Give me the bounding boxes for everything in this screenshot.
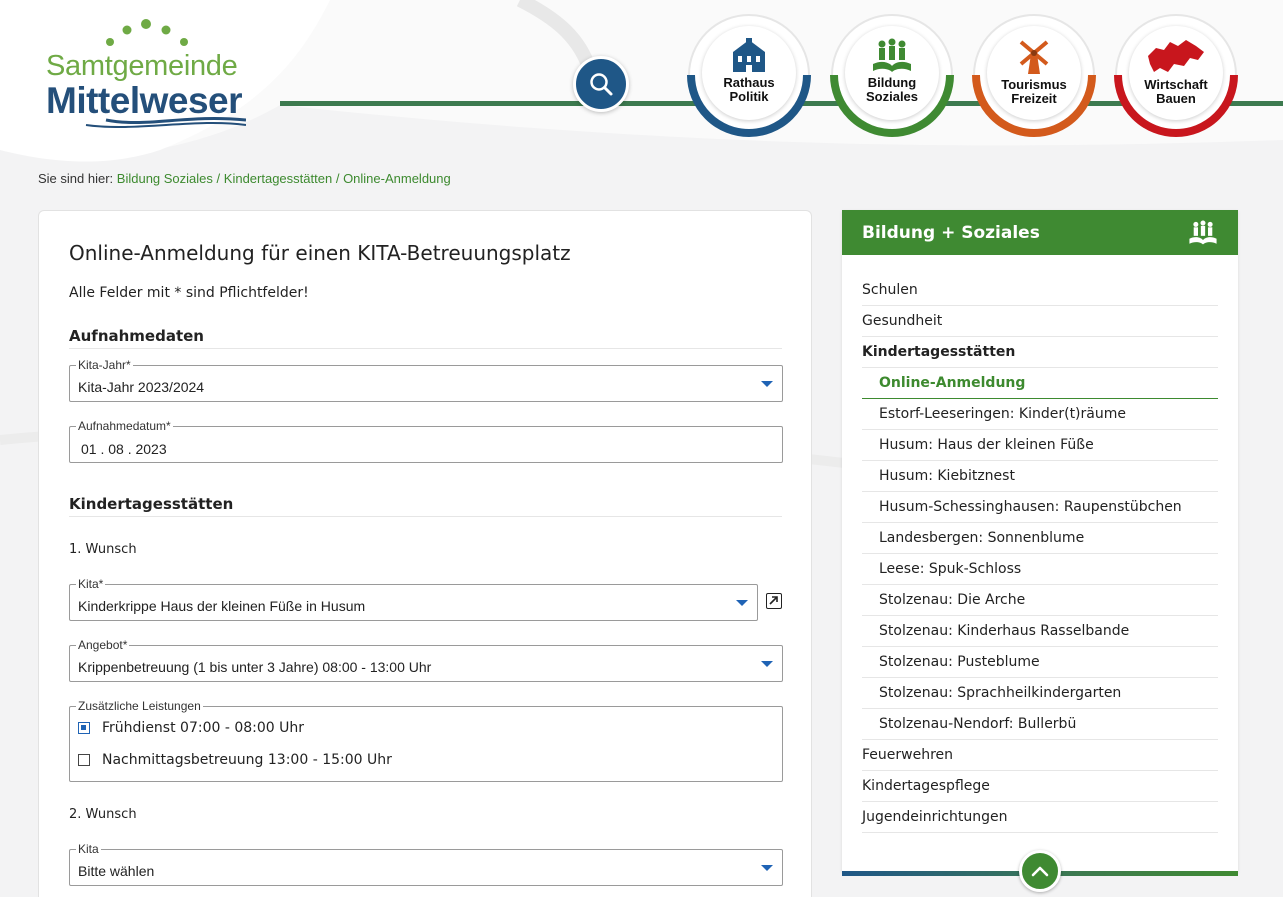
nav-bildung-soziales[interactable]: Bildung Soziales: [829, 12, 955, 138]
wunsch-1-angebot-select[interactable]: Angebot* Krippenbetreuung (1 bis unter 3…: [69, 639, 783, 682]
nav-label-line2: Politik: [729, 89, 769, 104]
sidebar-item[interactable]: Husum: Kiebitznest: [862, 461, 1218, 492]
sidebar-item[interactable]: Online-Anmeldung: [862, 368, 1218, 399]
option-nachmittagsbetreuung-label: Nachmittagsbetreuung 13:00 - 15:00 Uhr: [102, 752, 392, 768]
sidebar-item[interactable]: Stolzenau: Kinderhaus Rasselbande: [862, 616, 1218, 647]
option-nachmittagsbetreuung[interactable]: Nachmittagsbetreuung 13:00 - 15:00 Uhr: [78, 752, 392, 768]
sidebar-item[interactable]: Schulen: [862, 275, 1218, 306]
nav-label-line2: Freizeit: [1011, 91, 1057, 106]
sidebar-item[interactable]: Stolzenau: Pusteblume: [862, 647, 1218, 678]
sidebar-item[interactable]: Stolzenau: Sprachheilkindergarten: [862, 678, 1218, 709]
zusatzleistungen-group: Zusätzliche Leistungen Frühdienst 07:00 …: [69, 700, 783, 782]
page-title: Online-Anmeldung für einen KITA-Betreuun…: [69, 241, 571, 265]
sidebar-header: Bildung + Soziales: [842, 210, 1238, 255]
main-content: Online-Anmeldung für einen KITA-Betreuun…: [38, 210, 812, 897]
aufnahmedatum-value: 01 . 08 . 2023: [81, 441, 167, 457]
wunsch-1-angebot-label: Angebot*: [76, 638, 130, 652]
chevron-down-icon: [736, 600, 748, 606]
sidebar-list: Schulen Gesundheit Kindertagesstätten Onlin…: [842, 255, 1238, 833]
wunsch-2-kita-label: Kita: [76, 842, 101, 856]
nav-label-line1: Wirtschaft: [1144, 77, 1208, 92]
breadcrumb-prefix: Sie sind hier:: [38, 171, 114, 186]
nav-wirtschaft-bauen[interactable]: Wirtschaft Bauen: [1113, 12, 1239, 138]
sidebar-item[interactable]: Kindertagespflege: [862, 771, 1218, 802]
search-icon: [590, 73, 613, 96]
sidebar-item[interactable]: Kindertagesstätten: [862, 337, 1218, 368]
breadcrumb-link-kitas[interactable]: Kindertagesstätten: [224, 171, 332, 186]
sidebar-item[interactable]: Jugendeinrichtungen: [862, 802, 1218, 833]
region-map-icon: [1148, 40, 1204, 72]
breadcrumb-link-bildung[interactable]: Bildung Soziales: [117, 171, 213, 186]
wunsch-2-kita-select[interactable]: Kita Bitte wählen: [69, 843, 783, 886]
nav-label-line1: Tourismus: [1001, 77, 1067, 92]
option-fruehdienst[interactable]: Frühdienst 07:00 - 08:00 Uhr: [78, 720, 304, 736]
wunsch-1-heading: 1. Wunsch: [69, 542, 137, 557]
sidebar-item[interactable]: Husum: Haus der kleinen Füße: [862, 430, 1218, 461]
checkbox-nachmittagsbetreuung[interactable]: [78, 754, 90, 766]
search-button[interactable]: [573, 56, 629, 112]
wunsch-1-kita-value: Kinderkrippe Haus der kleinen Füße in Hu…: [78, 598, 366, 614]
site-logo[interactable]: Samtgemeinde Mittelweser: [46, 18, 256, 128]
external-link-icon[interactable]: [766, 593, 782, 609]
checkbox-fruehdienst[interactable]: [78, 722, 90, 734]
section-heading-kindertagesstaetten: Kindertagesstätten: [69, 495, 782, 517]
site-header: Samtgemeinde Mittelweser Rathaus Politik…: [0, 0, 1283, 160]
kita-jahr-value: Kita-Jahr 2023/2024: [78, 379, 205, 395]
zusatzleistungen-label: Zusätzliche Leistungen: [76, 699, 203, 713]
nav-label-line1: Rathaus: [723, 75, 775, 90]
nav-label-line2: Bauen: [1156, 91, 1196, 106]
chevron-down-icon: [761, 381, 773, 387]
wunsch-1-angebot-value: Krippenbetreuung (1 bis unter 3 Jahre) 0…: [78, 659, 432, 675]
chevron-down-icon: [761, 661, 773, 667]
sidebar-item[interactable]: Stolzenau-Nendorf: Bullerbü: [862, 709, 1218, 740]
aufnahmedatum-label: Aufnahmedatum*: [76, 419, 173, 433]
sidebar-navigation: Bildung + Soziales Schulen Gesundheit Kind…: [842, 210, 1238, 892]
chevron-up-icon: [1031, 866, 1049, 877]
sidebar-item[interactable]: Estorf-Leeseringen: Kinder(t)räume: [862, 399, 1218, 430]
external-arrow-icon: [769, 596, 778, 605]
required-note: Alle Felder mit * sind Pflichtfelder!: [69, 285, 309, 301]
nav-rathaus-politik[interactable]: Rathaus Politik: [686, 12, 812, 138]
nav-label-line1: Bildung: [867, 75, 917, 90]
aufnahmedatum-field[interactable]: Aufnahmedatum* 01 . 08 . 2023: [69, 420, 783, 463]
nav-label-line2: Soziales: [865, 89, 919, 104]
sidebar-item[interactable]: Gesundheit: [862, 306, 1218, 337]
wunsch-2-heading: 2. Wunsch: [69, 807, 137, 822]
breadcrumb: Sie sind hier: Bildung Soziales / Kinder…: [38, 171, 451, 186]
book-people-icon: [1189, 220, 1217, 244]
sidebar-item[interactable]: Stolzenau: Die Arche: [862, 585, 1218, 616]
kita-jahr-label: Kita-Jahr*: [76, 358, 133, 372]
sidebar-item[interactable]: Leese: Spuk-Schloss: [862, 554, 1218, 585]
wunsch-1-kita-select[interactable]: Kita* Kinderkrippe Haus der kleinen Füße…: [69, 578, 758, 621]
breadcrumb-separator: /: [335, 171, 340, 186]
chevron-down-icon: [761, 865, 773, 871]
sidebar-title: Bildung + Soziales: [862, 222, 1040, 243]
scroll-up-button[interactable]: [1019, 850, 1061, 892]
wunsch-1-kita-label: Kita*: [76, 577, 106, 591]
logo-wave-icon: [85, 116, 246, 128]
logo-text-top: Samtgemeinde: [46, 50, 238, 82]
windmill-icon: [1019, 40, 1049, 74]
section-heading-aufnahmedaten: Aufnahmedaten: [69, 327, 782, 349]
nav-tourismus-freizeit[interactable]: Tourismus Freizeit: [971, 12, 1097, 138]
wunsch-2-kita-value: Bitte wählen: [78, 863, 155, 879]
book-people-icon: [873, 38, 911, 72]
sidebar-item[interactable]: Landesbergen: Sonnenblume: [862, 523, 1218, 554]
option-fruehdienst-label: Frühdienst 07:00 - 08:00 Uhr: [102, 720, 305, 736]
sidebar-item[interactable]: Feuerwehren: [862, 740, 1218, 771]
breadcrumb-current[interactable]: Online-Anmeldung: [343, 171, 451, 186]
kita-jahr-select[interactable]: Kita-Jahr* Kita-Jahr 2023/2024: [69, 359, 783, 402]
town-hall-icon: [733, 38, 765, 72]
logo-dots-icon: [106, 19, 188, 46]
sidebar-item[interactable]: Husum-Schessinghausen: Raupenstübchen: [862, 492, 1218, 523]
breadcrumb-separator: /: [216, 171, 221, 186]
